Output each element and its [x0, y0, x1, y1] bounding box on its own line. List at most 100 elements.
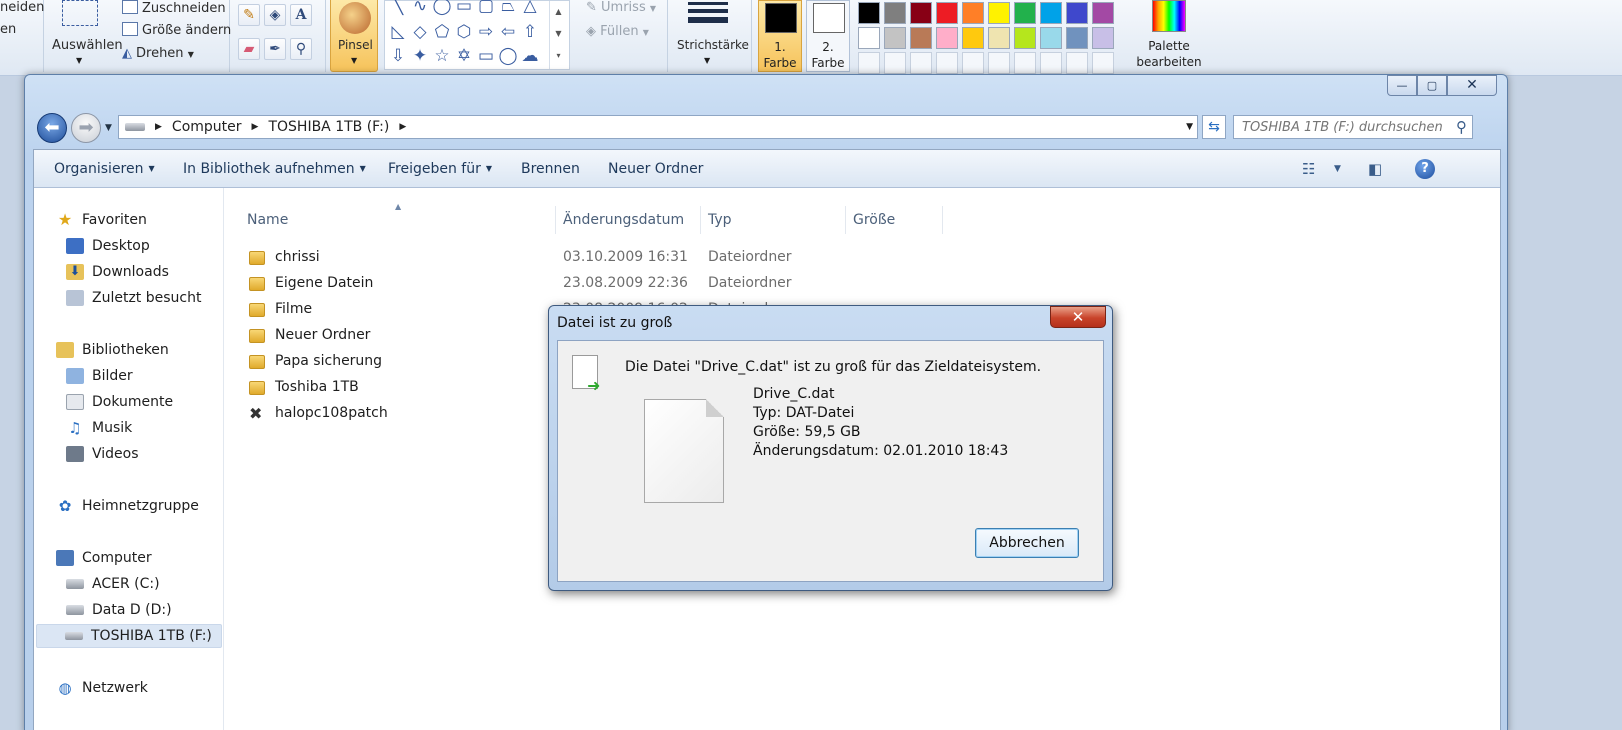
curve-shape-icon[interactable]: ∿ [409, 0, 431, 17]
six-point-star-icon[interactable]: ✡ [453, 45, 475, 67]
nav-drive-c[interactable]: ACER (C:) [66, 572, 160, 596]
file-row[interactable]: Eigene Datein 23.08.2009 22:36 Dateiordner [249, 274, 809, 298]
palette-empty-swatch[interactable] [1092, 52, 1114, 74]
shapes-scroll[interactable]: ▲ ▼ ▾ [549, 1, 567, 69]
recent-pages-dropdown-icon[interactable]: ▼ [105, 123, 112, 133]
triangle-shape-icon[interactable]: △ [519, 0, 541, 17]
select-button[interactable]: Auswählen [52, 38, 123, 53]
stroke-width-button[interactable]: Strichstärke ▼ [668, 0, 752, 72]
column-header-type[interactable]: Typ [708, 212, 732, 228]
left-arrow-shape-icon[interactable]: ⇦ [497, 21, 519, 43]
fill-bucket-icon[interactable]: ◈ [264, 4, 286, 26]
column-header-date[interactable]: Änderungsdatum [563, 212, 684, 228]
magnifier-icon[interactable]: ⚲ [290, 38, 312, 60]
palette-swatch[interactable] [1040, 27, 1062, 49]
column-divider[interactable] [555, 206, 556, 234]
diamond-shape-icon[interactable]: ◇ [409, 21, 431, 43]
breadcrumb-drive-f[interactable]: TOSHIBA 1TB (F:) [268, 119, 389, 135]
preview-pane-icon[interactable]: ◧ [1368, 160, 1382, 178]
nav-favorites[interactable]: ★ Favoriten [56, 208, 147, 232]
color-picker-icon[interactable]: ✒ [264, 38, 286, 60]
text-tool-icon[interactable]: A [290, 4, 312, 26]
palette-swatch[interactable] [858, 27, 880, 49]
minimize-button[interactable]: — [1387, 75, 1417, 96]
line-shape-icon[interactable]: ╲ [387, 0, 409, 17]
brush-button[interactable]: Pinsel ▼ [330, 0, 378, 72]
include-library-menu[interactable]: In Bibliothek aufnehmen ▼ [183, 161, 366, 177]
resize-button[interactable]: Größe ändern [122, 22, 231, 38]
palette-empty-swatch[interactable] [1014, 52, 1036, 74]
back-button[interactable]: ⬅ [37, 113, 67, 143]
paste-label-partial[interactable]: en [0, 22, 16, 37]
rounded-rect-shape-icon[interactable]: ▢ [475, 0, 497, 17]
help-icon[interactable]: ? [1415, 159, 1435, 179]
search-icon[interactable]: ⚲ [1456, 118, 1467, 136]
palette-empty-swatch[interactable] [1066, 52, 1088, 74]
palette-swatch[interactable] [1092, 27, 1114, 49]
palette-swatch[interactable] [962, 2, 984, 24]
column-divider[interactable] [845, 206, 846, 234]
color2-button[interactable]: 2. Farbe [806, 0, 850, 72]
fill-button[interactable]: ◈ Füllen ▼ [586, 24, 649, 39]
address-dropdown-icon[interactable]: ▼ [1186, 122, 1193, 132]
callout-oval-icon[interactable]: ◯ [497, 45, 519, 67]
nav-videos[interactable]: Videos [66, 442, 139, 466]
chevron-right-icon[interactable]: ▶ [399, 122, 406, 132]
column-divider[interactable] [700, 206, 701, 234]
nav-recent[interactable]: Zuletzt besucht [66, 286, 201, 310]
pentagon-shape-icon[interactable]: ⬠ [431, 21, 453, 43]
polygon-shape-icon[interactable]: ⏢ [497, 0, 519, 17]
cut-label-partial[interactable]: neiden [0, 0, 44, 15]
palette-empty-swatch[interactable] [1040, 52, 1062, 74]
palette-swatch[interactable] [910, 27, 932, 49]
palette-swatch[interactable] [858, 2, 880, 24]
nav-desktop[interactable]: Desktop [66, 234, 150, 258]
chevron-right-icon[interactable]: ▶ [252, 122, 259, 132]
rotate-button[interactable]: ◭ Drehen ▼ [122, 46, 194, 61]
oval-shape-icon[interactable]: ◯ [431, 0, 453, 17]
cancel-button[interactable]: Abbrechen [975, 528, 1079, 558]
crop-button[interactable]: Zuschneiden [122, 0, 226, 16]
palette-swatch[interactable] [988, 2, 1010, 24]
nav-drive-f[interactable]: TOSHIBA 1TB (F:) [36, 624, 222, 648]
palette-swatch[interactable] [1066, 27, 1088, 49]
hexagon-shape-icon[interactable]: ⬡ [453, 21, 475, 43]
palette-swatch[interactable] [1092, 2, 1114, 24]
palette-swatch[interactable] [936, 27, 958, 49]
pencil-icon[interactable]: ✎ [238, 4, 260, 26]
search-box[interactable]: ⚲ [1233, 115, 1473, 139]
column-header-size[interactable]: Größe [853, 212, 895, 228]
chevron-right-icon[interactable]: ▶ [155, 122, 162, 132]
palette-swatch[interactable] [962, 27, 984, 49]
right-arrow-shape-icon[interactable]: ⇨ [475, 21, 497, 43]
palette-empty-swatch[interactable] [936, 52, 958, 74]
organize-menu[interactable]: Organisieren ▼ [54, 161, 155, 177]
palette-empty-swatch[interactable] [858, 52, 880, 74]
file-row[interactable]: chrissi 03.10.2009 16:31 Dateiordner [249, 248, 809, 272]
palette-empty-swatch[interactable] [962, 52, 984, 74]
color1-button[interactable]: 1. Farbe [758, 0, 802, 72]
column-divider[interactable] [942, 206, 943, 234]
nav-homegroup[interactable]: ✿ Heimnetzgruppe [56, 494, 199, 518]
palette-swatch[interactable] [1014, 2, 1036, 24]
select-dropdown-icon[interactable]: ▼ [76, 56, 82, 65]
palette-swatch[interactable] [936, 2, 958, 24]
palette-swatch[interactable] [988, 27, 1010, 49]
address-bar[interactable]: ▶ Computer ▶ TOSHIBA 1TB (F:) ▶ ▼ [118, 115, 1198, 139]
nav-libraries[interactable]: Bibliotheken [56, 338, 169, 362]
nav-downloads[interactable]: ⬇ Downloads [66, 260, 169, 284]
nav-network[interactable]: ◍ Netzwerk [56, 676, 147, 700]
nav-music[interactable]: ♫ Musik [66, 416, 132, 440]
new-folder-button[interactable]: Neuer Ordner [608, 161, 703, 177]
nav-pictures[interactable]: Bilder [66, 364, 133, 388]
close-window-button[interactable]: ✕ [1447, 75, 1497, 96]
palette-swatch[interactable] [1040, 2, 1062, 24]
refresh-button[interactable]: ⇆ [1202, 115, 1226, 139]
eraser-icon[interactable]: ▰ [238, 38, 260, 60]
palette-swatch[interactable] [884, 27, 906, 49]
palette-swatch[interactable] [910, 2, 932, 24]
four-point-star-icon[interactable]: ✦ [409, 45, 431, 67]
edit-colors-button[interactable]: Palette bearbeiten [1128, 0, 1210, 72]
palette-swatch[interactable] [1066, 2, 1088, 24]
select-rect-icon[interactable] [62, 0, 98, 26]
